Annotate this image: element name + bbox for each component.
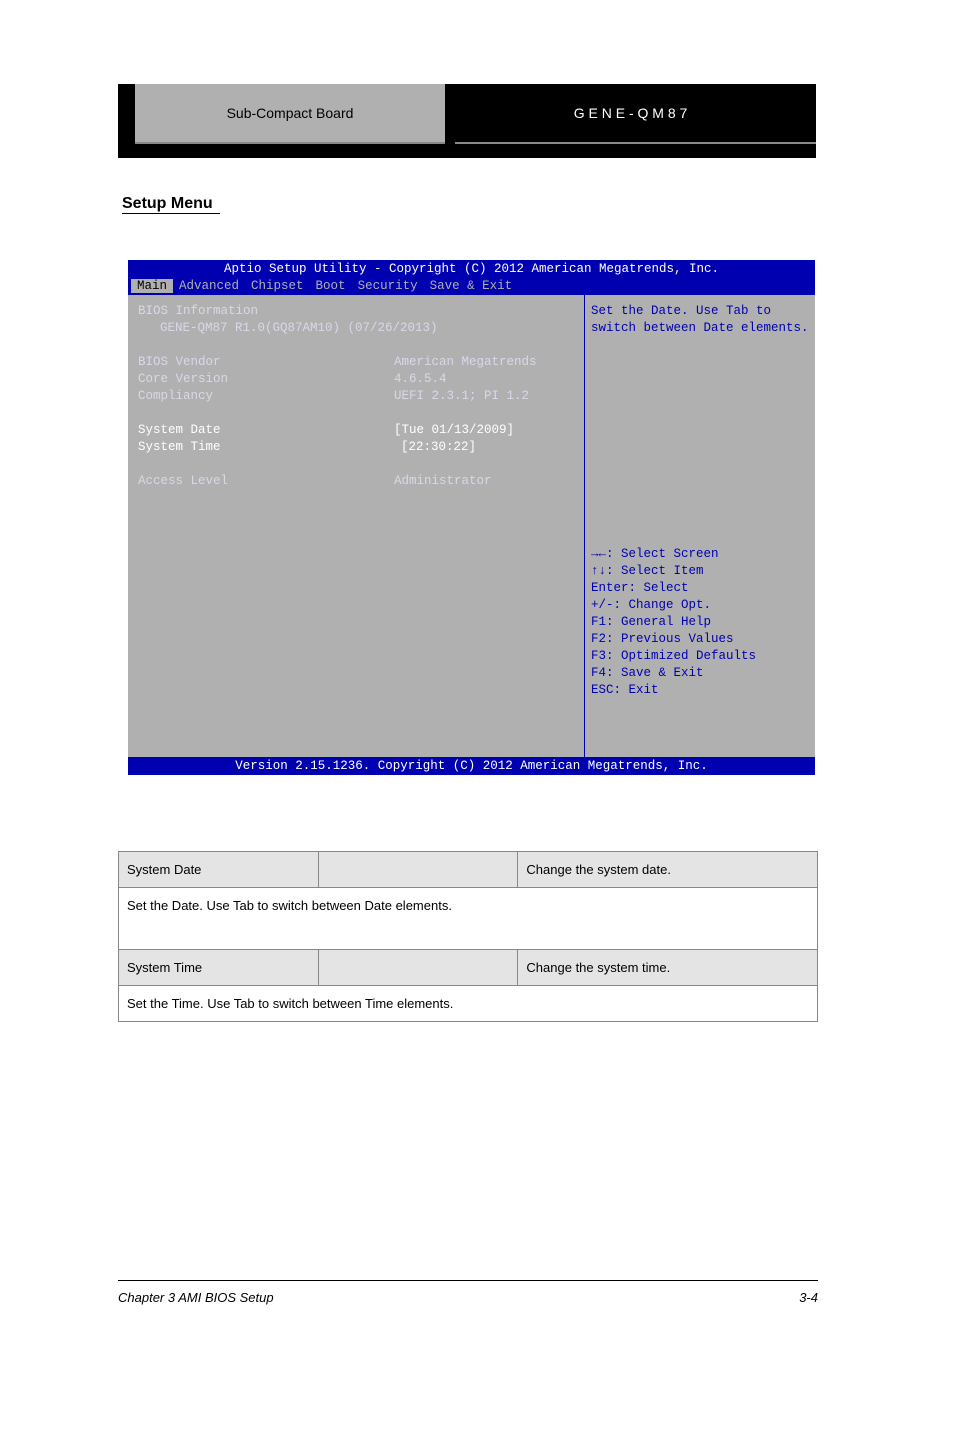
table-cell-full: Set the Date. Use Tab to switch between … (119, 888, 818, 950)
bios-system-time-value[interactable]: [22:30:22] (394, 439, 476, 456)
table-cell-system-time: System Time (119, 950, 319, 986)
footer-page-number: 3-4 (799, 1290, 818, 1305)
bios-tab-chipset[interactable]: Chipset (245, 279, 310, 293)
bios-key-f2: F2: Previous Values (591, 631, 809, 648)
table-cell-desc: Change the system time. (518, 950, 818, 986)
bios-title: Aptio Setup Utility - Copyright (C) 2012… (128, 260, 815, 278)
header-left-label: Sub-Compact Board (135, 84, 445, 144)
bios-key-f3: F3: Optimized Defaults (591, 648, 809, 665)
footer-chapter: Chapter 3 AMI BIOS Setup (118, 1290, 274, 1305)
header-right-label: G E N E - Q M 8 7 (455, 84, 816, 144)
bios-tab-security[interactable]: Security (352, 279, 424, 293)
page-footer: Chapter 3 AMI BIOS Setup 3-4 (118, 1290, 818, 1305)
bios-system-time-label[interactable]: System Time (138, 439, 394, 456)
bios-tab-boot[interactable]: Boot (310, 279, 352, 293)
bios-key-select-item: ↑↓: Select Item (591, 563, 809, 580)
bios-key-select-screen: →←: Select Screen (591, 546, 809, 563)
table-cell-full: Set the Time. Use Tab to switch between … (119, 986, 818, 1022)
bios-core-version-value: 4.6.5.4 (394, 371, 447, 388)
table-row: Set the Time. Use Tab to switch between … (119, 986, 818, 1022)
bios-key-f4: F4: Save & Exit (591, 665, 809, 682)
bios-tab-bar: Main Advanced Chipset Boot Security Save… (128, 278, 815, 295)
bios-vendor-label: BIOS Vendor (138, 354, 394, 371)
bios-core-version-label: Core Version (138, 371, 394, 388)
table-row: System Date Change the system date. (119, 852, 818, 888)
table-row: System Time Change the system time. (119, 950, 818, 986)
bios-compliancy-label: Compliancy (138, 388, 394, 405)
bios-access-level-label: Access Level (138, 473, 394, 490)
bios-key-f1: F1: General Help (591, 614, 809, 631)
bios-info-sub: GENE-QM87 R1.0(GQ87AM10) (07/26/2013) (160, 320, 438, 337)
bios-right-pane: Set the Date. Use Tab to switch between … (585, 295, 815, 757)
bios-system-date-value[interactable]: [Tue 01/13/2009] (394, 422, 514, 439)
bios-key-change-opt: +/-: Change Opt. (591, 597, 809, 614)
header-divider (445, 84, 455, 158)
table-cell-desc: Change the system date. (518, 852, 818, 888)
bios-left-pane: BIOS Information GENE-QM87 R1.0(GQ87AM10… (128, 295, 585, 757)
section-heading-underline (122, 213, 220, 214)
bios-footer: Version 2.15.1236. Copyright (C) 2012 Am… (128, 757, 815, 775)
bios-body: BIOS Information GENE-QM87 R1.0(GQ87AM10… (128, 295, 815, 757)
bios-system-date-label[interactable]: System Date (138, 422, 394, 439)
footer-rule (118, 1280, 818, 1281)
bios-access-level-value: Administrator (394, 473, 492, 490)
table-row: Set the Date. Use Tab to switch between … (119, 888, 818, 950)
settings-table: System Date Change the system date. Set … (118, 851, 818, 1022)
table-cell-system-date: System Date (119, 852, 319, 888)
document-header: Sub-Compact Board G E N E - Q M 8 7 (118, 84, 816, 158)
bios-key-esc: ESC: Exit (591, 682, 809, 699)
bios-help-line-2: switch between Date elements. (591, 320, 809, 337)
bios-info-header: BIOS Information (138, 303, 258, 320)
bios-tab-save-exit[interactable]: Save & Exit (424, 279, 519, 293)
section-heading: Setup Menu (122, 195, 213, 213)
table-cell-empty (318, 950, 518, 986)
bios-screenshot: Aptio Setup Utility - Copyright (C) 2012… (128, 260, 815, 772)
table-cell-empty (318, 852, 518, 888)
bios-key-enter: Enter: Select (591, 580, 809, 597)
bios-help-line-1: Set the Date. Use Tab to (591, 303, 809, 320)
bios-tab-advanced[interactable]: Advanced (173, 279, 245, 293)
bios-vendor-value: American Megatrends (394, 354, 537, 371)
bios-tab-main[interactable]: Main (131, 279, 173, 293)
bios-compliancy-value: UEFI 2.3.1; PI 1.2 (394, 388, 529, 405)
